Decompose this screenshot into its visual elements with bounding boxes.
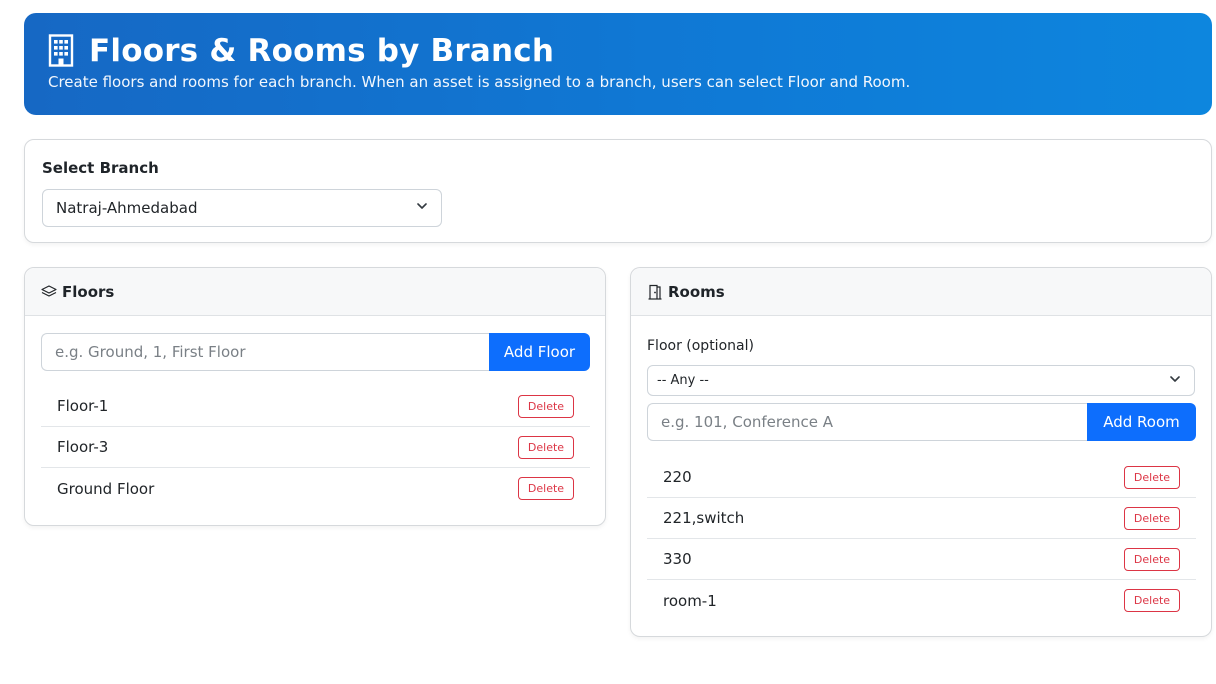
- building-icon: [48, 34, 74, 67]
- branch-select-value: Natraj-Ahmedabad: [56, 199, 198, 217]
- room-list-item: room-1 Delete: [647, 580, 1196, 621]
- room-floor-select-value: -- Any --: [657, 373, 709, 388]
- door-icon: [648, 284, 662, 300]
- branch-select[interactable]: Natraj-Ahmedabad: [42, 189, 442, 227]
- delete-room-button[interactable]: Delete: [1124, 465, 1180, 489]
- floor-list-item: Floor-1 Delete: [41, 386, 590, 427]
- room-list-item: 221,switch Delete: [647, 498, 1196, 539]
- delete-room-button[interactable]: Delete: [1124, 506, 1180, 530]
- delete-floor-button[interactable]: Delete: [518, 477, 574, 500]
- rooms-title: Rooms: [668, 282, 725, 301]
- room-name-input[interactable]: e.g. 101, Conference A: [647, 403, 1087, 441]
- add-floor-button[interactable]: Add Floor: [489, 333, 590, 371]
- layers-icon: [41, 284, 57, 297]
- branch-select-card: Select Branch Natraj-Ahmedabad: [24, 139, 1212, 243]
- floors-title: Floors: [62, 282, 115, 301]
- rooms-card: Rooms Floor (optional) -- Any -- e.g. 10…: [630, 267, 1212, 637]
- chevron-down-icon: [417, 203, 427, 209]
- rooms-header: Rooms: [631, 268, 1211, 316]
- page-subtitle: Create floors and rooms for each branch.…: [48, 73, 911, 91]
- rooms-list: 220 Delete 221,switch Delete 330 Delete …: [647, 457, 1196, 621]
- add-room-group: e.g. 101, Conference A Add Room: [647, 403, 1196, 441]
- delete-room-button[interactable]: Delete: [1124, 547, 1180, 571]
- room-list-item: 220 Delete: [647, 457, 1196, 498]
- add-room-button[interactable]: Add Room: [1087, 403, 1196, 441]
- floor-name: Ground Floor: [57, 479, 155, 498]
- delete-floor-button[interactable]: Delete: [518, 435, 574, 459]
- room-list-item: 330 Delete: [647, 539, 1196, 580]
- room-name: room-1: [663, 591, 717, 610]
- chevron-down-icon: [1170, 375, 1180, 382]
- floor-name-input[interactable]: e.g. Ground, 1, First Floor: [41, 333, 489, 371]
- page-title-row: Floors & Rooms by Branch: [48, 33, 554, 69]
- floors-card: Floors e.g. Ground, 1, First Floor Add F…: [24, 267, 606, 526]
- page-title: Floors & Rooms by Branch: [89, 33, 555, 69]
- room-name: 330: [663, 550, 692, 568]
- room-name: 220: [663, 468, 692, 486]
- branch-select-label: Select Branch: [42, 159, 159, 177]
- room-floor-select[interactable]: -- Any --: [647, 365, 1195, 396]
- floors-header: Floors: [25, 268, 605, 316]
- room-name: 221,switch: [663, 509, 745, 527]
- delete-room-button[interactable]: Delete: [1124, 589, 1180, 612]
- floor-name: Floor-1: [57, 397, 109, 415]
- floors-list: Floor-1 Delete Floor-3 Delete Ground Flo…: [41, 386, 590, 509]
- room-floor-label: Floor (optional): [647, 338, 754, 354]
- floor-name: Floor-3: [57, 438, 109, 456]
- page-header-banner: Floors & Rooms by Branch Create floors a…: [24, 13, 1212, 115]
- delete-floor-button[interactable]: Delete: [518, 394, 574, 418]
- add-floor-group: e.g. Ground, 1, First Floor Add Floor: [41, 333, 590, 371]
- floor-list-item: Ground Floor Delete: [41, 468, 590, 509]
- floor-list-item: Floor-3 Delete: [41, 427, 590, 468]
